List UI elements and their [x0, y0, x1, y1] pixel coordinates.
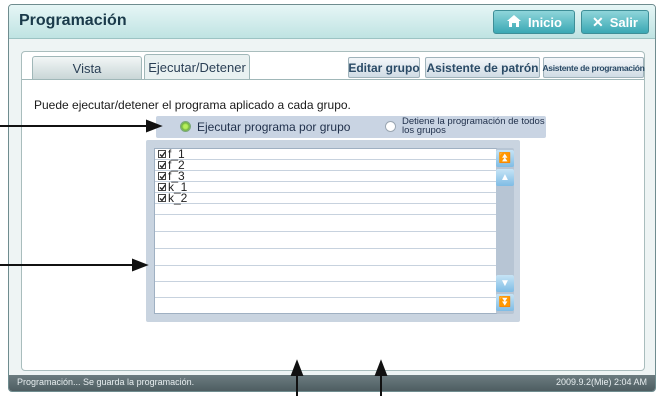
annotation-arrows — [0, 119, 388, 396]
